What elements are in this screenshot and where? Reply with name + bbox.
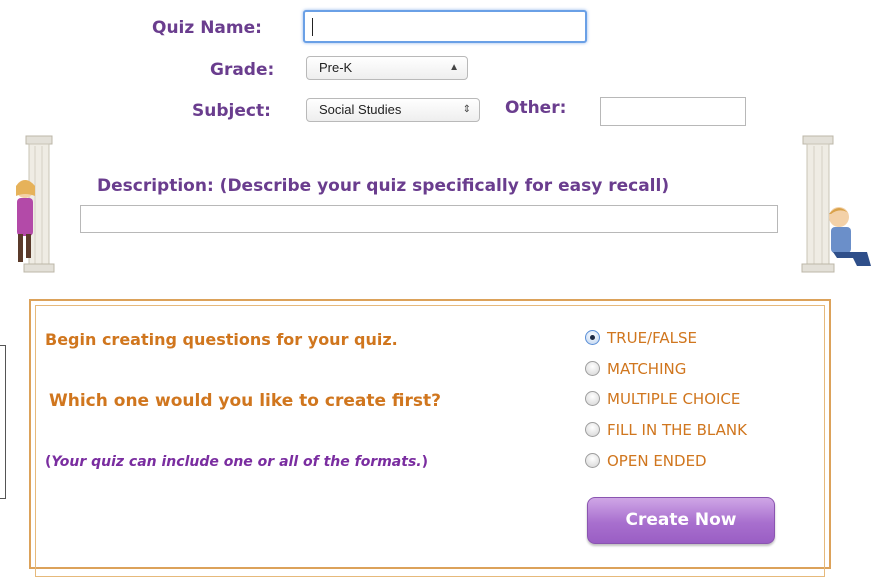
other-label: Other: xyxy=(505,98,567,118)
grade-selected-value: Pre-K xyxy=(319,60,353,75)
grade-select[interactable]: Pre-K ▲ xyxy=(306,56,468,80)
radio-button[interactable] xyxy=(585,361,600,376)
creator-note: (Your quiz can include one or all of the… xyxy=(45,454,428,470)
description-input[interactable] xyxy=(80,205,778,233)
format-option-label: OPEN ENDED xyxy=(607,452,707,470)
radio-button[interactable] xyxy=(585,391,600,406)
radio-button[interactable] xyxy=(585,330,600,345)
create-now-button[interactable]: Create Now xyxy=(587,497,775,544)
grade-label: Grade: xyxy=(210,60,275,80)
quiz-name-input[interactable] xyxy=(303,10,587,43)
format-option-label: MATCHING xyxy=(607,360,687,378)
pillar-boy-illustration xyxy=(801,135,871,273)
text-caret xyxy=(312,18,313,36)
pillar-girl-illustration xyxy=(16,135,55,273)
format-option-label: FILL IN THE BLANK xyxy=(607,421,747,439)
note-text: Your quiz can include one or all of the … xyxy=(51,454,422,470)
note-paren-close: ) xyxy=(421,454,428,470)
side-panel-edge xyxy=(0,345,6,499)
creator-heading: Begin creating questions for your quiz. xyxy=(45,330,398,349)
subject-selected-value: Social Studies xyxy=(319,102,402,117)
other-input[interactable] xyxy=(600,97,746,126)
creator-question: Which one would you like to create first… xyxy=(49,391,441,411)
select-arrows-icon: ⇕ xyxy=(462,104,471,115)
radio-button[interactable] xyxy=(585,422,600,437)
subject-select[interactable]: Social Studies ⇕ xyxy=(306,98,480,122)
format-option-label: MULTIPLE CHOICE xyxy=(607,390,741,408)
subject-label: Subject: xyxy=(192,101,271,121)
format-option-label: TRUE/FALSE xyxy=(607,329,697,347)
description-label: Description: (Describe your quiz specifi… xyxy=(97,176,670,196)
quiz-name-label: Quiz Name: xyxy=(152,18,262,38)
radio-button[interactable] xyxy=(585,453,600,468)
select-arrows-icon: ▲ xyxy=(449,62,459,73)
